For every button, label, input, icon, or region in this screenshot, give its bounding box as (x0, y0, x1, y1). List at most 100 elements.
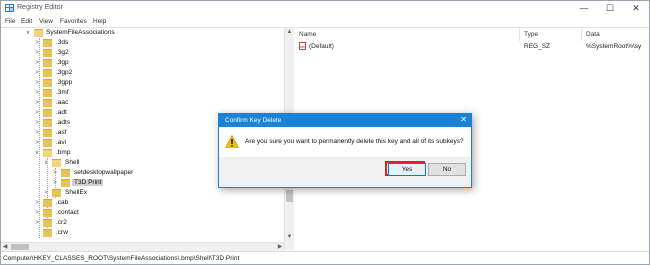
column-header-data[interactable]: Data (586, 31, 600, 38)
tree-item[interactable]: > .aac (1, 98, 284, 108)
tree-item-label: .adt (56, 109, 67, 116)
tree-item-label: SystemFileAssociations (46, 29, 115, 36)
expand-icon[interactable]: > (34, 129, 40, 137)
dialog-title: Confirm Key Delete (225, 117, 282, 124)
tree-item[interactable]: .crw (1, 228, 284, 238)
folder-icon (43, 59, 52, 67)
menu-help[interactable]: Help (93, 18, 106, 25)
yes-button[interactable]: Yes (388, 163, 426, 176)
tree-item-label: .asf (56, 129, 67, 136)
tree-item[interactable]: > .3g2 (1, 48, 284, 58)
tree-item-label: .cab (56, 199, 69, 206)
menu-favorites[interactable]: Favorites (60, 18, 87, 25)
minimize-button[interactable]: — (571, 1, 597, 15)
tree-item[interactable]: > .cr2 (1, 218, 284, 228)
expand-icon[interactable]: > (43, 189, 49, 197)
dialog-message: Are you sure you want to permanently del… (245, 138, 464, 145)
scroll-left-icon[interactable]: ◀ (1, 243, 9, 251)
tree-item-label: .avi (56, 139, 67, 146)
tree-item[interactable]: > .3ds (1, 38, 284, 48)
scroll-thumb[interactable] (286, 190, 293, 202)
collapse-icon[interactable]: ∨ (43, 159, 49, 167)
registry-editor-icon (5, 4, 14, 12)
expand-icon[interactable]: > (34, 69, 40, 77)
scroll-thumb[interactable] (11, 244, 29, 250)
folder-icon (43, 89, 52, 97)
tree-item-label: .contact (56, 209, 79, 216)
tree-item[interactable]: > .3gp (1, 58, 284, 68)
value-type: REG_SZ (524, 43, 551, 50)
expand-icon[interactable]: > (34, 79, 40, 87)
expand-icon[interactable]: > (34, 39, 40, 47)
column-divider[interactable] (519, 28, 520, 41)
maximize-button[interactable]: ☐ (597, 1, 623, 15)
expand-icon[interactable]: > (34, 99, 40, 107)
tree-horizontal-scrollbar[interactable]: ◀ ▶ (1, 242, 284, 251)
expand-icon[interactable]: > (52, 169, 58, 177)
column-header-name[interactable]: Name (299, 31, 316, 38)
expand-icon[interactable]: > (34, 89, 40, 97)
tree-item[interactable]: > .3gp2 (1, 68, 284, 78)
expand-icon[interactable]: > (34, 199, 40, 207)
scroll-right-icon[interactable]: ▶ (276, 243, 284, 251)
status-bar: Computer\HKEY_CLASSES_ROOT\SystemFileAss… (1, 251, 649, 264)
folder-icon (43, 109, 52, 117)
expand-icon[interactable]: > (34, 209, 40, 217)
dialog-body: Are you sure you want to permanently del… (219, 127, 471, 157)
folder-icon (43, 229, 52, 237)
expand-icon[interactable]: > (34, 139, 40, 147)
expand-icon[interactable]: > (34, 119, 40, 127)
expand-icon[interactable]: > (34, 109, 40, 117)
tree-item-label: ShellEx (65, 189, 88, 196)
tree-item[interactable]: > ShellEx (1, 188, 284, 198)
title-bar: Registry Editor — ☐ ✕ (1, 1, 649, 15)
folder-icon (52, 189, 61, 197)
menu-view[interactable]: View (39, 18, 53, 25)
tree-item[interactable]: > .contact (1, 208, 284, 218)
folder-icon (43, 209, 52, 217)
collapse-icon[interactable]: ∨ (25, 29, 31, 37)
expand-icon[interactable]: > (34, 219, 40, 227)
tree-item-label: .3mf (56, 89, 69, 96)
tree-item-label: .3gp (56, 59, 69, 66)
expand-icon[interactable]: > (34, 49, 40, 57)
folder-icon (43, 219, 52, 227)
tree-item-label: .cr2 (56, 219, 67, 226)
folder-icon (43, 39, 52, 47)
value-row[interactable]: ab (Default) REG_SZ %SystemRoot%\sy (296, 42, 649, 51)
folder-icon (43, 99, 52, 107)
scroll-up-icon[interactable]: ▲ (285, 28, 294, 37)
tree-item-label: .3gpp (56, 79, 73, 86)
expand-icon[interactable]: > (34, 59, 40, 67)
folder-icon (43, 69, 52, 77)
tree-item[interactable]: > .3gpp (1, 78, 284, 88)
folder-icon (34, 29, 43, 37)
menu-file[interactable]: File (5, 18, 15, 25)
scroll-down-icon[interactable]: ▼ (285, 233, 294, 242)
tree-item[interactable]: > .cab (1, 198, 284, 208)
folder-icon (43, 49, 52, 57)
tree-item-label: .bmp (56, 149, 71, 156)
column-header-type[interactable]: Type (524, 31, 538, 38)
folder-icon (52, 159, 61, 167)
tree-item-label: .aac (56, 99, 69, 106)
no-button[interactable]: No (428, 163, 466, 176)
column-divider[interactable] (581, 28, 582, 41)
dialog-title-bar: Confirm Key Delete ✕ (219, 114, 471, 127)
menu-edit[interactable]: Edit (21, 18, 32, 25)
dialog-close-icon[interactable]: ✕ (460, 115, 467, 124)
expand-icon[interactable]: > (52, 179, 58, 187)
folder-icon (43, 139, 52, 147)
tree-item[interactable]: ∨ SystemFileAssociations (1, 28, 284, 38)
tree-item-label: Shell (65, 159, 80, 166)
folder-icon (61, 169, 70, 177)
close-button[interactable]: ✕ (623, 1, 649, 15)
confirm-key-delete-dialog: Confirm Key Delete ✕ Are you sure you wa… (218, 113, 472, 188)
collapse-icon[interactable]: ∨ (34, 149, 40, 157)
tree-item[interactable]: > .3mf (1, 88, 284, 98)
tree-item-label: T3D Print (72, 179, 104, 186)
status-path: Computer\HKEY_CLASSES_ROOT\SystemFileAss… (3, 255, 240, 262)
tree-item-label: .3gp2 (56, 69, 73, 76)
value-name: (Default) (309, 43, 334, 50)
folder-icon (43, 199, 52, 207)
